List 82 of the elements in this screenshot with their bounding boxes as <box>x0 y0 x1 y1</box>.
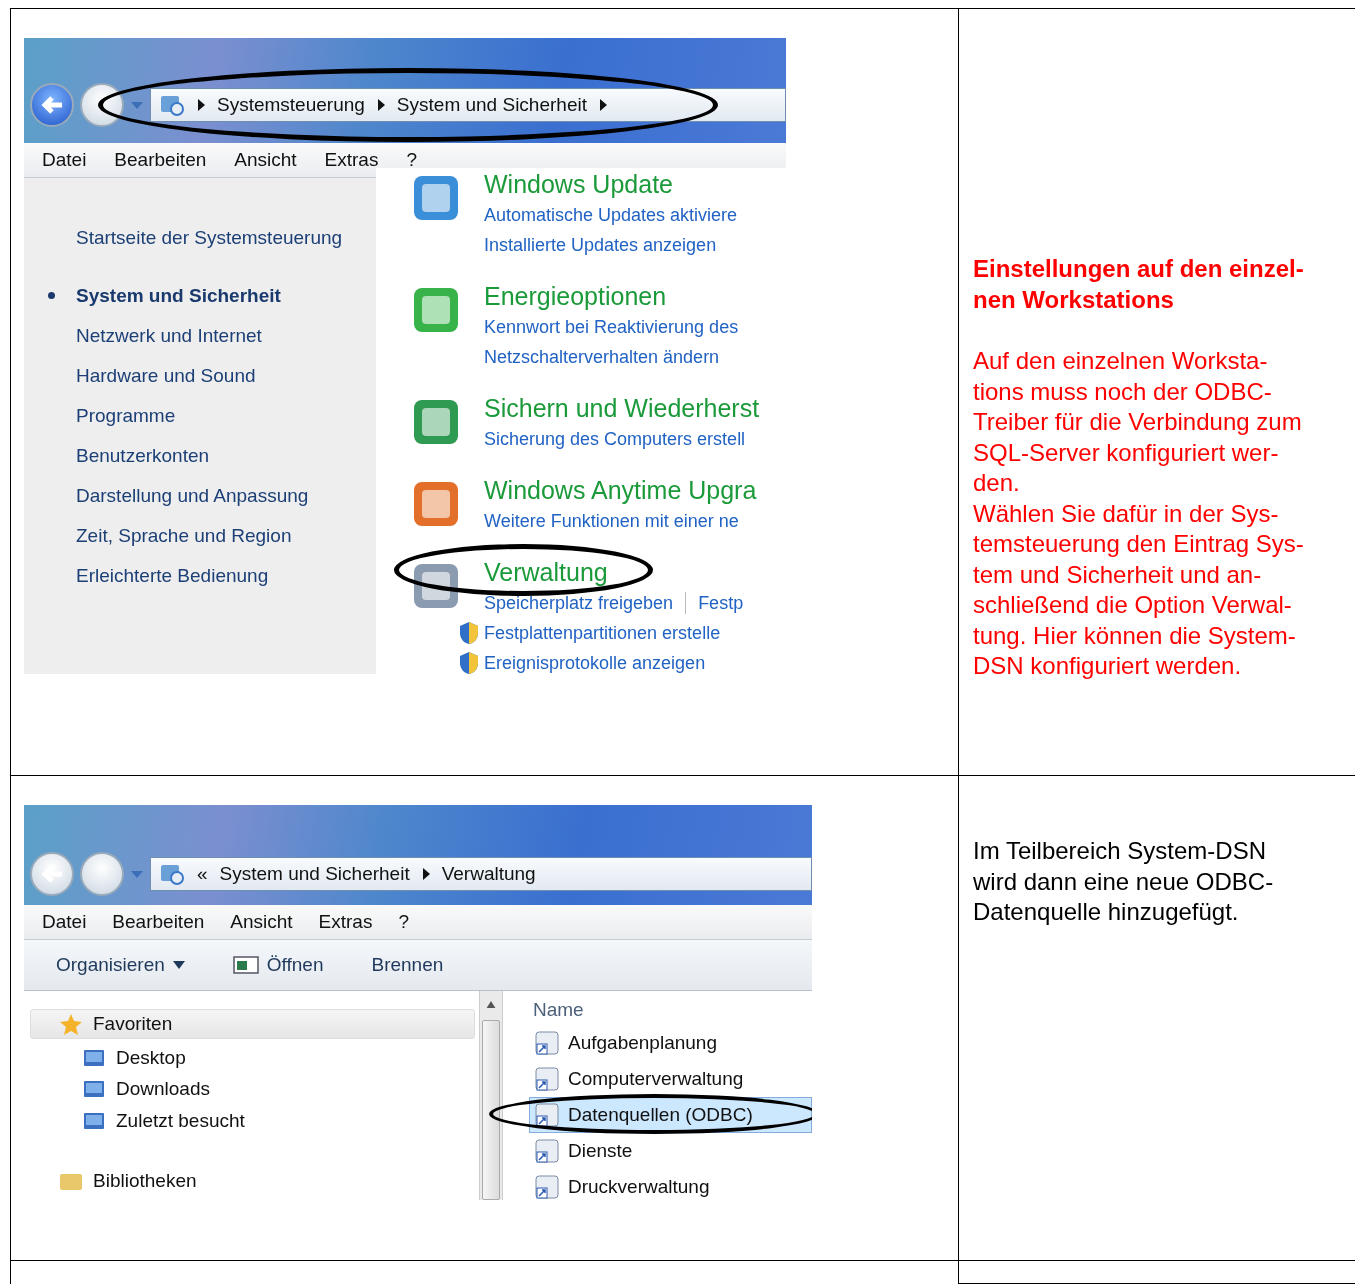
category-link[interactable]: Speicherplatz freigeben <box>484 592 674 614</box>
forward-button[interactable] <box>80 82 124 127</box>
category-title[interactable]: Verwaltung <box>484 556 744 588</box>
shortcut-icon <box>534 1066 560 1092</box>
up-arrow-icon <box>486 1001 496 1009</box>
sidebar-link[interactable]: Erleichterte Bedienung <box>76 556 269 596</box>
back-button[interactable] <box>30 852 74 896</box>
breadcrumb[interactable]: Systemsteuerung <box>217 93 365 116</box>
category-title[interactable]: Windows Anytime Upgra <box>484 474 757 506</box>
menu-item[interactable]: Ansicht <box>234 149 297 171</box>
breadcrumb[interactable]: System und Sicherheit <box>219 863 410 885</box>
shield-icon <box>458 651 480 674</box>
sidebar-link[interactable]: Benutzerkonten <box>76 436 210 476</box>
file-item[interactable]: Dienste <box>529 1133 812 1169</box>
breadcrumb[interactable]: System und Sicherheit <box>396 93 587 116</box>
sidebar-link[interactable]: Hardware und Sound <box>76 356 256 396</box>
scrollbar[interactable] <box>479 991 503 1200</box>
column-header[interactable]: Name <box>529 999 812 1021</box>
category-title[interactable]: Energieoptionen <box>484 280 739 312</box>
breadcrumb[interactable]: « <box>197 863 208 885</box>
shortcut-icon <box>534 1138 560 1164</box>
dropdown-arrow-icon <box>130 869 144 879</box>
sidebar-link[interactable]: Zeit, Sprache und Region <box>76 516 292 556</box>
menu-item[interactable]: Datei <box>42 149 87 171</box>
file-item[interactable]: Aufgabenplanung <box>529 1025 812 1061</box>
menu-item[interactable]: Bearbeiten <box>114 149 207 171</box>
breadcrumb-arrow-icon <box>197 98 205 111</box>
category-link[interactable]: Automatische Updates aktiviere <box>484 204 738 226</box>
file-item[interactable]: Computerverwaltung <box>529 1061 812 1097</box>
window-icon <box>232 955 259 975</box>
category-title[interactable]: Windows Update <box>484 168 738 200</box>
address-bar[interactable]: Systemsteuerung System und Sicherheit <box>150 87 786 122</box>
category-link[interactable]: Festp <box>698 592 744 614</box>
star-icon <box>59 1012 83 1035</box>
category-title[interactable]: Sichern und Wiederherst <box>484 392 760 424</box>
menu-item[interactable]: Datei <box>42 911 87 933</box>
nav-item[interactable]: Zuletzt besucht <box>30 1105 479 1137</box>
breadcrumb-arrow-icon <box>376 98 385 111</box>
file-item[interactable]: Druckverwaltung <box>529 1169 812 1200</box>
menu-item[interactable]: Extras <box>318 911 373 933</box>
sidebar-link[interactable]: Darstellung und Anpassung <box>76 476 309 516</box>
nav-item[interactable]: Desktop <box>30 1042 479 1074</box>
shortcut-icon <box>534 1102 560 1128</box>
toolbar-button[interactable]: Organisieren <box>56 954 185 976</box>
menu-item[interactable]: ? <box>406 149 417 171</box>
menu-item[interactable]: Extras <box>324 149 379 171</box>
sidebar-link[interactable]: System und Sicherheit <box>76 276 281 316</box>
shortcut-icon <box>534 1174 560 1200</box>
breadcrumb-arrow-icon <box>421 868 430 880</box>
category-link[interactable]: Festplattenpartitionen erstelle <box>458 621 721 645</box>
category-link[interactable]: Weitere Funktionen mit einer ne <box>484 510 739 532</box>
category-link[interactable]: Installierte Updates anzeigen <box>484 234 717 256</box>
scrollbar-thumb[interactable] <box>482 1020 500 1200</box>
back-button[interactable] <box>30 82 74 127</box>
nav-item[interactable]: Bibliotheken <box>30 1166 475 1196</box>
caret-icon <box>172 961 185 969</box>
category-link[interactable]: Kennwort bei Reaktivierung des <box>484 316 739 338</box>
category-link[interactable]: Netzschalterverhalten ändern <box>484 346 720 368</box>
nav-item[interactable]: Downloads <box>30 1073 479 1106</box>
bullet-icon <box>48 292 55 299</box>
shortcut-icon <box>534 1030 560 1056</box>
category-link[interactable]: Ereignisprotokolle anzeigen <box>458 651 706 674</box>
nav-item[interactable]: Favoriten <box>30 1009 475 1039</box>
shield-icon <box>458 621 480 645</box>
note-paragraph: Im Teilbereich System-DSN wird dann eine neue ODBC- Datenquelle hinzugefügt. <box>973 836 1275 927</box>
breadcrumb-arrow-icon <box>598 98 607 111</box>
toolbar-button[interactable]: Brennen <box>371 954 444 976</box>
address-bar[interactable]: « System und Sicherheit Verwaltung <box>150 857 812 891</box>
sidebar-link[interactable]: Startseite der Systemsteuerung <box>76 218 343 258</box>
menu-item[interactable]: ? <box>398 911 409 933</box>
toolbar-button[interactable]: Öffnen <box>232 954 324 976</box>
menu-item[interactable]: Ansicht <box>230 911 293 933</box>
control-panel-icon <box>159 862 185 886</box>
sidebar-link[interactable]: Netzwerk und Internet <box>76 316 262 356</box>
dropdown-arrow-icon <box>130 99 144 110</box>
menu-item[interactable]: Bearbeiten <box>112 911 205 933</box>
note-paragraph: Auf den einzelnen Worksta- tions muss noch der ODBC- Treiber für die Verbindung zum SQL-Server konfiguriert wer- den. <box>973 346 1303 498</box>
note-paragraph: Wählen Sie dafür in der Sys- temsteuerung den Eintrag Sys- tem und Sicherheit und an- schließend die Option Verwal- tung. Hier können die System- DSN konfiguriert werden. <box>973 498 1305 681</box>
note-heading: Einstellungen auf den einzel- nen Workstations <box>973 254 1305 315</box>
category-link[interactable]: Sicherung des Computers erstell <box>484 428 746 450</box>
breadcrumb[interactable]: Verwaltung <box>441 863 536 885</box>
sidebar-link[interactable]: Programme <box>76 396 176 436</box>
